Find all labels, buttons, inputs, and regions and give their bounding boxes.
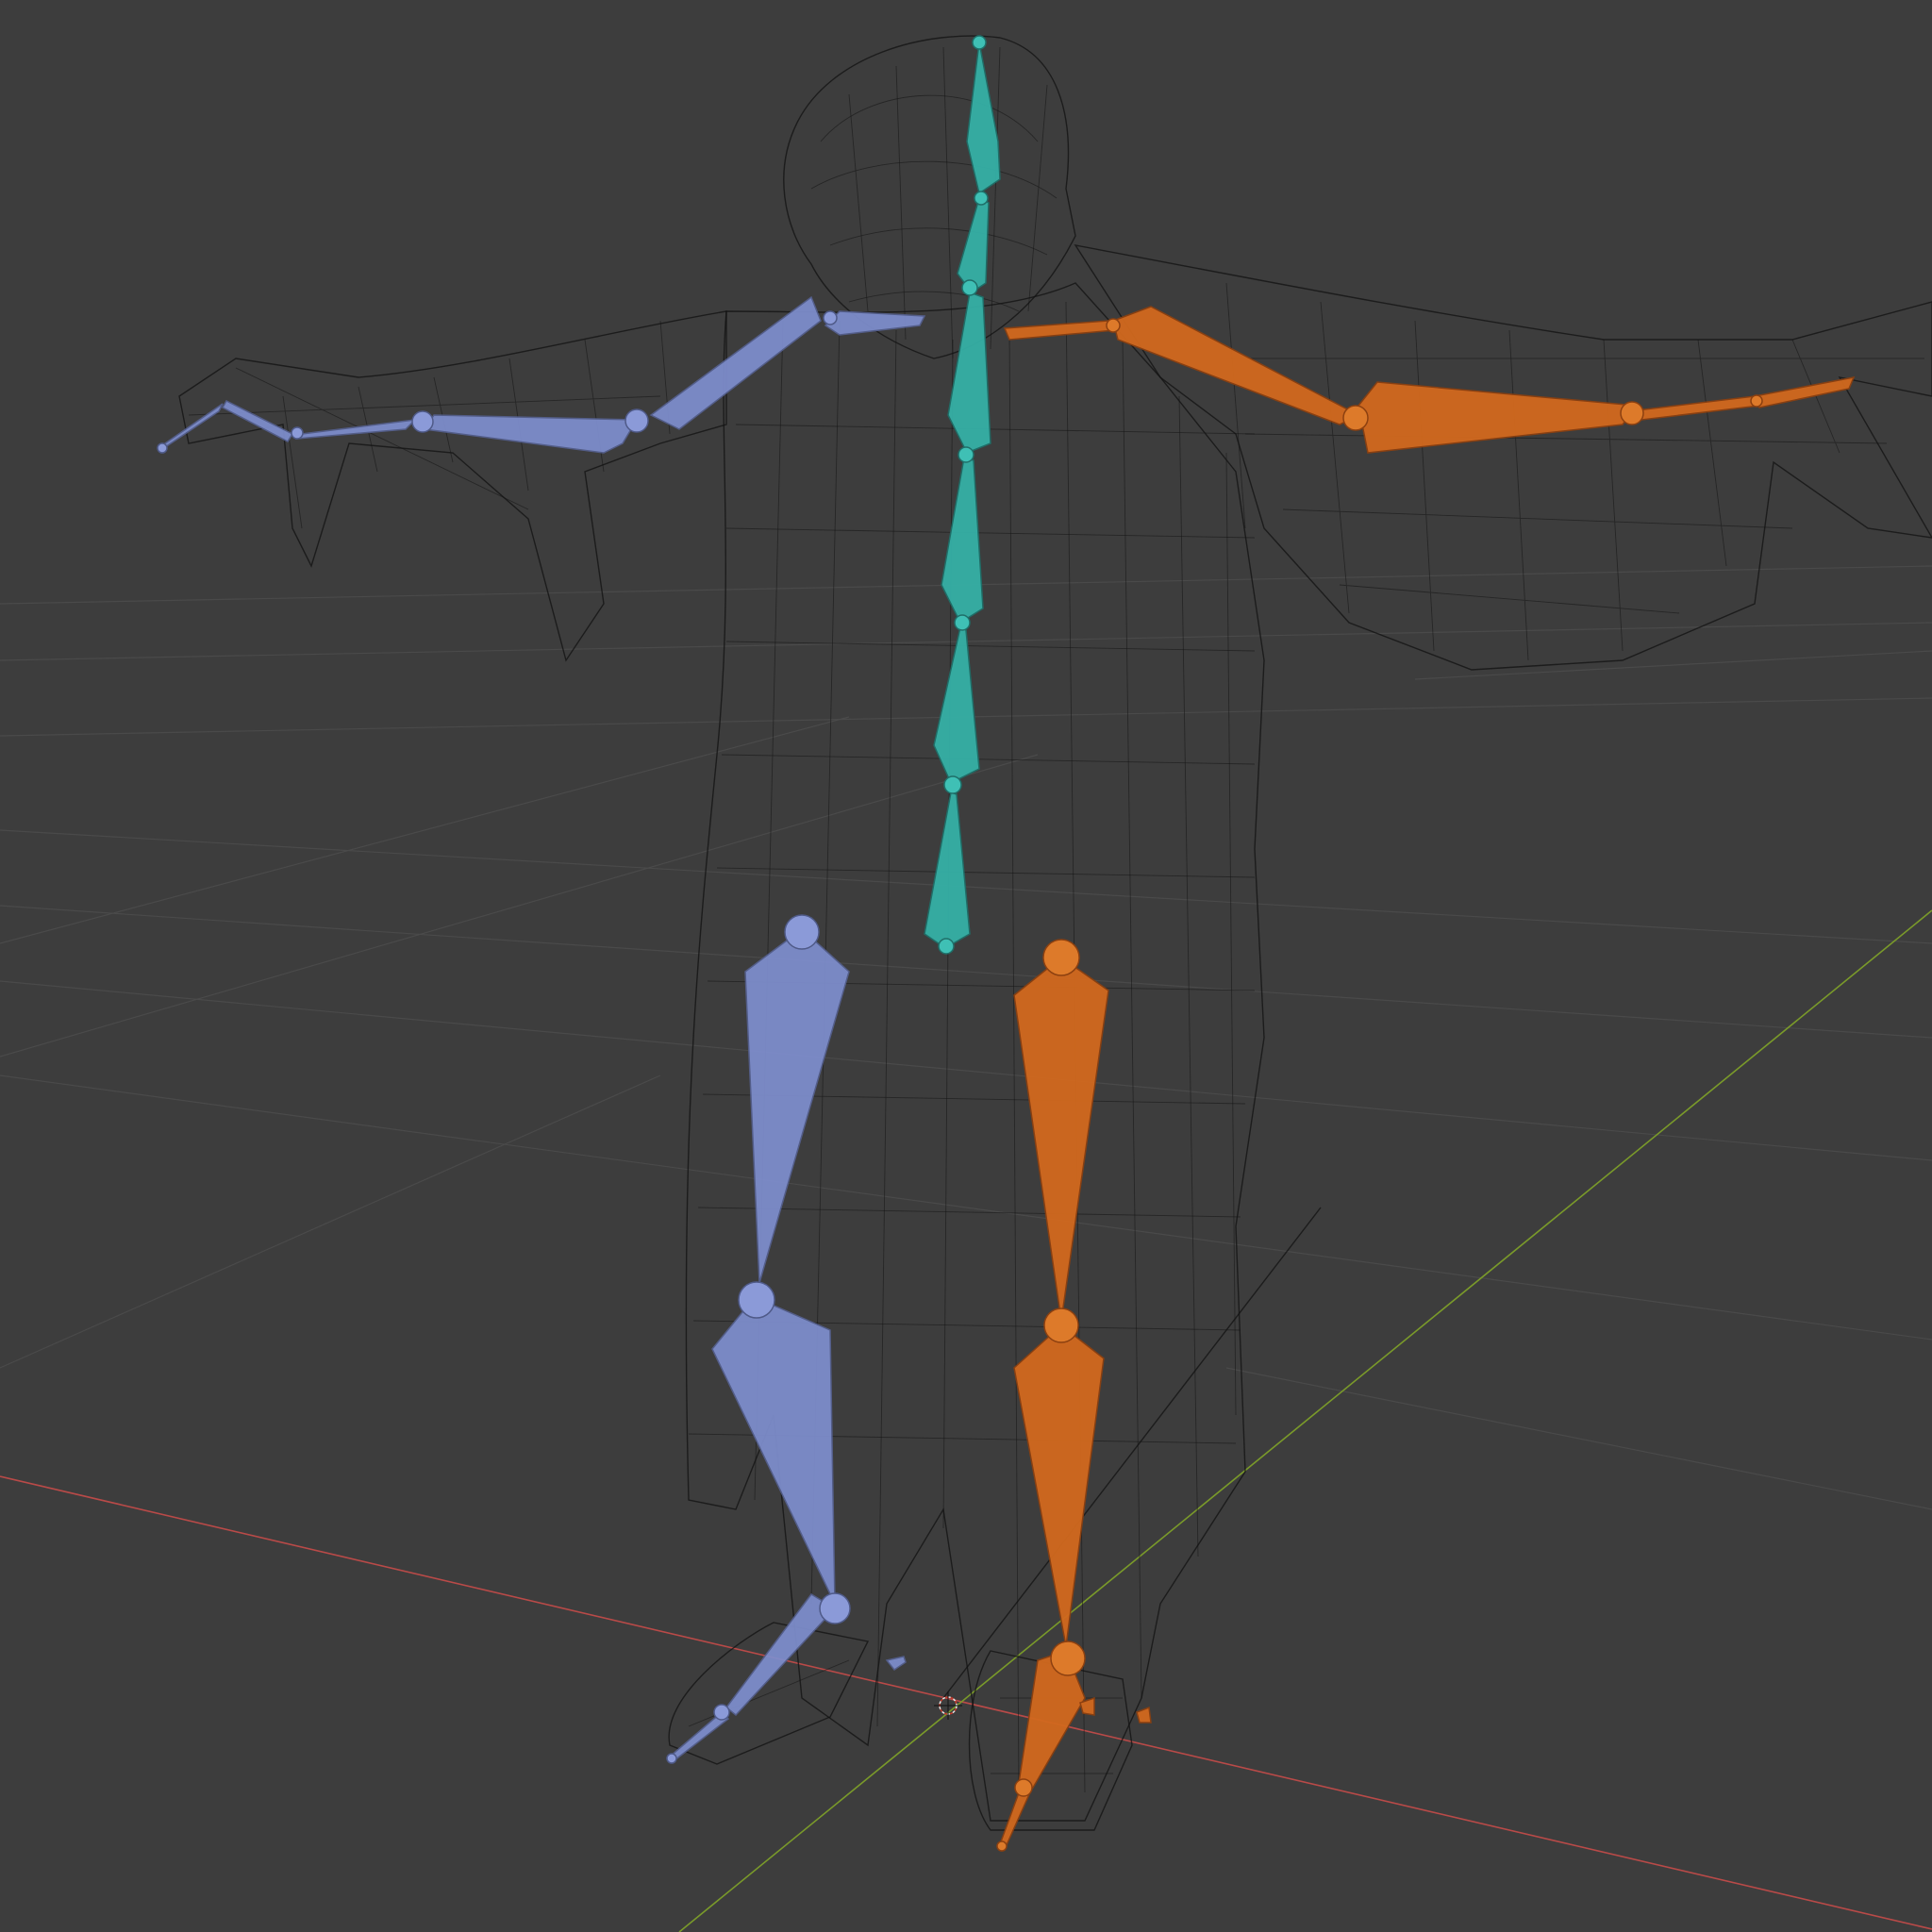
right-finger-bone[interactable] [1753, 376, 1856, 408]
joint-right-toe-tip[interactable] [996, 1840, 1008, 1852]
neck-bone[interactable] [957, 196, 990, 294]
joint-hips[interactable] [943, 775, 962, 794]
joint-right-knee[interactable] [1043, 1307, 1079, 1343]
joint-left-toe[interactable] [713, 1704, 730, 1721]
3d-viewport[interactable] [0, 0, 1932, 1932]
armature[interactable] [157, 35, 1856, 1852]
viewport-canvas[interactable] [0, 0, 1932, 1932]
right-shoulder-bone[interactable] [1003, 320, 1117, 341]
right-hand-bone[interactable] [1635, 395, 1761, 421]
joint-left-elbow[interactable] [625, 408, 649, 433]
right-forearm-bone[interactable] [1357, 381, 1639, 454]
left-hand-bone[interactable] [295, 418, 418, 440]
joint-right-elbow[interactable] [1342, 405, 1369, 431]
left-leg-bones[interactable] [666, 914, 907, 1764]
joint-right-hip[interactable] [1042, 939, 1080, 976]
x-axis-line [0, 1475, 1932, 1930]
left-shin-bone[interactable] [711, 1296, 836, 1605]
chest-bone[interactable] [941, 457, 984, 625]
hips-bone[interactable] [924, 791, 971, 949]
joint-left-fingertip[interactable] [157, 442, 168, 454]
left-arm-bones[interactable] [157, 295, 926, 454]
joint-neck[interactable] [974, 191, 989, 206]
joint-left-wrist[interactable] [411, 410, 434, 433]
right-ik-bone[interactable] [1136, 1706, 1152, 1724]
left-finger-bone-1[interactable] [221, 400, 294, 442]
left-foot-bone[interactable] [724, 1593, 837, 1717]
left-thigh-bone[interactable] [744, 928, 850, 1284]
joint-head-tail[interactable] [972, 35, 987, 50]
joint-left-shoulder[interactable] [823, 310, 838, 325]
left-shoulder-bone[interactable] [824, 310, 926, 336]
joint-right-toe[interactable] [1014, 1778, 1033, 1797]
joint-root[interactable] [938, 938, 955, 955]
right-arm-bones[interactable] [1003, 306, 1856, 454]
joint-right-shoulder[interactable] [1106, 318, 1121, 333]
joint-left-toe-tip[interactable] [666, 1753, 677, 1764]
head-bone[interactable] [966, 42, 1001, 195]
left-forearm-bone[interactable] [423, 414, 639, 454]
y-axis-line [678, 909, 1932, 1932]
spine-bones[interactable] [924, 35, 1001, 955]
right-shin-bone[interactable] [1013, 1324, 1105, 1647]
upper-chest-bone[interactable] [947, 291, 991, 454]
joint-upper-chest[interactable] [961, 279, 978, 296]
joint-left-finger[interactable] [291, 426, 304, 440]
joint-left-ankle[interactable] [819, 1592, 851, 1624]
joint-right-finger[interactable] [1750, 394, 1763, 408]
left-heel-bone[interactable] [885, 1656, 907, 1672]
left-upper-arm-bone[interactable] [649, 295, 822, 430]
joint-spine[interactable] [954, 614, 971, 631]
joint-chest[interactable] [958, 446, 974, 463]
spine-bone[interactable] [933, 625, 980, 785]
joint-right-wrist[interactable] [1620, 401, 1644, 425]
right-thigh-bone[interactable] [1013, 957, 1109, 1322]
joint-left-hip[interactable] [784, 914, 820, 950]
joint-left-knee[interactable] [738, 1281, 775, 1319]
joint-right-ankle[interactable] [1050, 1641, 1086, 1676]
